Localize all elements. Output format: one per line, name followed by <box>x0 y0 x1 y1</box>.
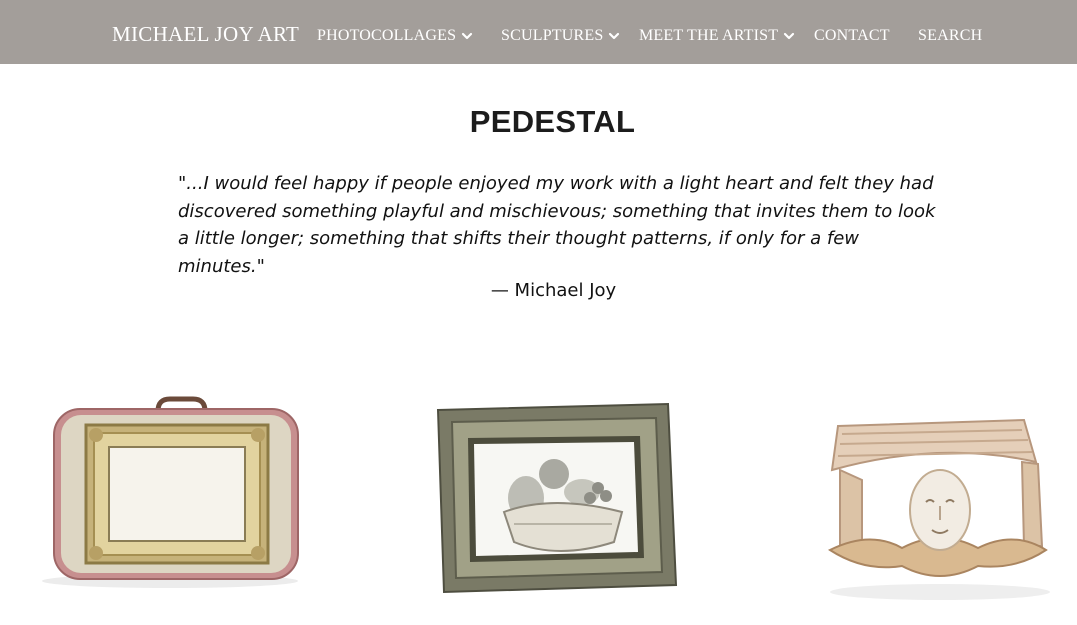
nav-search[interactable]: SEARCH <box>918 27 982 45</box>
nav-search-label: SEARCH <box>918 27 983 44</box>
nav-photocollages-label: PHOTOCOLLAGES <box>317 27 457 44</box>
nav-sculptures-label: SCULPTURES <box>501 27 604 44</box>
nav-meet-the-artist[interactable]: MEET THE ARTIST <box>639 27 795 45</box>
face-pedestal-sculpture-icon <box>827 418 1050 600</box>
artist-quote: "...I would feel happy if people enjoyed… <box>178 173 936 277</box>
nav-contact-label: CONTACT <box>814 27 890 44</box>
suitcase-frame-sculpture-icon <box>42 396 299 588</box>
chevron-down-icon <box>783 30 795 42</box>
site-logo-link[interactable]: MICHAEL JOY ART <box>112 22 299 47</box>
top-navigation-bar: MICHAEL JOY ART PHOTOCOLLAGES SCULPTURES… <box>0 0 1077 64</box>
frame-fruit-bowl-sculpture-icon <box>436 402 678 594</box>
nav-meet-the-artist-label: MEET THE ARTIST <box>639 27 779 44</box>
gallery-item-suitcase[interactable] <box>30 395 305 595</box>
nav-photocollages[interactable]: PHOTOCOLLAGES <box>317 27 473 45</box>
page-title: PEDESTAL <box>469 104 636 139</box>
gallery-item-face-pedestal[interactable] <box>810 400 1060 605</box>
chevron-down-icon <box>608 30 620 42</box>
nav-contact[interactable]: CONTACT <box>814 27 890 45</box>
nav-sculptures[interactable]: SCULPTURES <box>501 27 620 45</box>
gallery-item-fruit-bowl[interactable] <box>430 400 690 605</box>
quote-attribution: — Michael Joy <box>490 280 617 301</box>
chevron-down-icon <box>461 30 473 42</box>
